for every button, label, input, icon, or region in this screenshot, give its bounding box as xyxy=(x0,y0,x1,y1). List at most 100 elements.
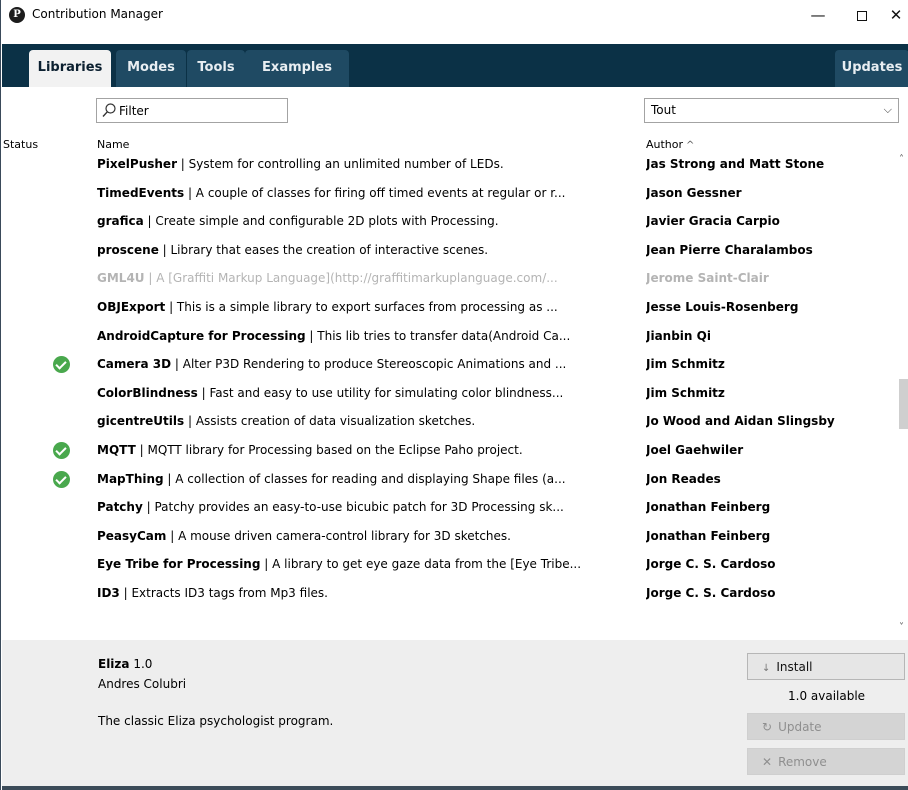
library-status xyxy=(53,299,70,316)
install-button[interactable]: ↓ Install xyxy=(747,653,905,680)
remove-x-icon: ✕ xyxy=(762,755,773,769)
library-description: | This is a simple library to export sur… xyxy=(165,300,558,314)
library-description: | Library that eases the creation of int… xyxy=(158,242,489,257)
installed-check-icon xyxy=(53,356,70,374)
library-author: Jo Wood and Aidan Slingsby xyxy=(646,414,835,429)
detail-title: Eliza 1.0 xyxy=(98,657,152,671)
library-list[interactable]: PixelPusher | System for controlling an … xyxy=(2,152,898,640)
filter-input[interactable] xyxy=(119,101,284,120)
library-author: Jorge C. S. Cardoso xyxy=(646,586,776,600)
library-row[interactable]: MQTT | MQTT library for Processing based… xyxy=(2,438,898,466)
library-name-cell: Patchy | Patchy provides an easy-to-use … xyxy=(97,500,642,514)
library-row[interactable]: TimedEvents | A couple of classes for fi… xyxy=(2,181,898,209)
library-status xyxy=(53,585,70,602)
library-row[interactable]: MapThing | A collection of classes for r… xyxy=(2,467,898,495)
title-bar[interactable]: P Contribution Manager — ✕ xyxy=(1,0,908,30)
contribution-manager-window: P Contribution Manager — ✕ Libraries Mod… xyxy=(0,0,908,790)
library-row[interactable]: proscene | Library that eases the creati… xyxy=(2,238,898,266)
scroll-down-icon[interactable]: ˅ xyxy=(899,622,904,633)
category-dropdown[interactable]: Tout ⌵ xyxy=(644,98,899,123)
library-name: TimedEvents xyxy=(97,185,185,200)
close-button[interactable]: ✕ xyxy=(883,0,908,30)
minimize-button[interactable]: — xyxy=(795,0,841,30)
library-author: Jim Schmitz xyxy=(646,357,725,372)
library-row[interactable]: ColorBlindness | Fast and easy to use ut… xyxy=(2,381,898,409)
install-button-label: Install xyxy=(776,660,813,674)
update-button[interactable]: ↻ Update xyxy=(747,713,905,740)
column-header-author-label: Author xyxy=(646,138,684,151)
library-status xyxy=(53,528,70,545)
search-icon xyxy=(102,103,116,117)
library-name: PixelPusher xyxy=(97,157,177,171)
scroll-up-icon[interactable]: ˄ xyxy=(899,154,904,165)
library-row[interactable]: Camera 3D | Alter P3D Rendering to produ… xyxy=(2,352,898,380)
library-status xyxy=(53,213,70,230)
library-row[interactable]: PeasyCam | A mouse driven camera-control… xyxy=(2,524,898,552)
library-author: Jorge C. S. Cardoso xyxy=(646,557,776,572)
library-author: Jonathan Feinberg xyxy=(646,528,771,543)
column-header-status[interactable]: Status xyxy=(3,138,38,151)
library-row[interactable]: Patchy | Patchy provides an easy-to-use … xyxy=(2,495,898,523)
download-arrow-icon: ↓ xyxy=(762,663,771,674)
library-name: OBJExport xyxy=(97,300,166,314)
library-row[interactable]: grafica | Create simple and configurable… xyxy=(2,209,898,237)
scroll-thumb[interactable] xyxy=(899,379,908,429)
tab-libraries[interactable]: Libraries xyxy=(29,50,111,87)
library-row[interactable]: OBJExport | This is a simple library to … xyxy=(2,295,898,323)
library-description: | Assists creation of data visualization… xyxy=(184,414,476,429)
installed-check-icon xyxy=(53,470,70,488)
library-author: Jianbin Qi xyxy=(646,328,711,343)
available-version-label: 1.0 available xyxy=(788,689,866,703)
remove-button-label: Remove xyxy=(778,755,827,769)
library-description: | Alter P3D Rendering to produce Stereos… xyxy=(171,357,567,372)
library-description: | A library to get eye gaze data from th… xyxy=(260,557,582,572)
library-name: ID3 xyxy=(97,586,120,600)
library-name-cell: PixelPusher | System for controlling an … xyxy=(97,157,642,171)
library-row[interactable]: PixelPusher | System for controlling an … xyxy=(2,152,898,180)
library-status xyxy=(53,385,70,402)
library-author: Javier Gracia Carpio xyxy=(646,214,780,229)
minimize-icon: — xyxy=(810,6,826,24)
library-status xyxy=(53,442,70,459)
installed-check-icon xyxy=(53,442,70,459)
filter-box[interactable] xyxy=(96,98,288,123)
library-row[interactable]: ID3 | Extracts ID3 tags from Mp3 files. J… xyxy=(2,581,898,609)
list-scrollbar[interactable]: ˄ ˅ xyxy=(898,152,908,640)
library-description: | A collection of classes for reading an… xyxy=(163,471,566,486)
library-row[interactable]: GML4U | A [Graffiti Markup Language](htt… xyxy=(2,266,898,294)
tab-examples[interactable]: Examples xyxy=(245,50,349,87)
library-description: | MQTT library for Processing based on t… xyxy=(135,443,523,457)
column-header-name[interactable]: Name xyxy=(97,138,129,151)
library-name-cell: ID3 | Extracts ID3 tags from Mp3 files. xyxy=(97,586,642,600)
processing-logo-icon: P xyxy=(9,7,25,23)
tab-updates[interactable]: Updates xyxy=(835,50,908,87)
library-name: GML4U xyxy=(97,271,145,286)
library-row[interactable]: AndroidCapture for Processing | This lib… xyxy=(2,324,898,352)
library-row[interactable]: gicentreUtils | Assists creation of data… xyxy=(2,409,898,437)
library-status xyxy=(53,556,70,573)
column-header-author[interactable]: Author ^ xyxy=(646,138,694,151)
library-name: gicentreUtils xyxy=(97,414,185,429)
library-author: Jim Schmitz xyxy=(646,385,725,400)
library-status xyxy=(53,242,70,259)
library-description: | Patchy provides an easy-to-use bicubic… xyxy=(142,500,564,515)
library-description: | Create simple and configurable 2D plot… xyxy=(143,214,499,229)
library-name-cell: ColorBlindness | Fast and easy to use ut… xyxy=(97,386,642,400)
library-description: | A [Graffiti Markup Language](http://gr… xyxy=(144,271,558,286)
library-status xyxy=(53,156,70,173)
library-name-cell: TimedEvents | A couple of classes for fi… xyxy=(97,186,642,200)
library-name: PeasyCam xyxy=(97,528,167,543)
tab-tools[interactable]: Tools xyxy=(187,50,245,87)
tab-modes[interactable]: Modes xyxy=(116,50,186,87)
library-status xyxy=(53,328,70,345)
library-row[interactable]: Eye Tribe for Processing | A library to … xyxy=(2,552,898,580)
library-author: Jean Pierre Charalambos xyxy=(646,242,813,257)
library-name-cell: AndroidCapture for Processing | This lib… xyxy=(97,329,642,343)
library-author: Jesse Louis-Rosenberg xyxy=(646,300,799,314)
detail-library-name: Eliza xyxy=(98,657,130,671)
remove-button[interactable]: ✕ Remove xyxy=(747,748,905,775)
maximize-button[interactable] xyxy=(839,0,885,30)
library-description: | Fast and easy to use utility for simul… xyxy=(197,385,564,400)
library-description: | System for controlling an unlimited nu… xyxy=(176,157,504,171)
refresh-icon: ↻ xyxy=(762,720,773,734)
